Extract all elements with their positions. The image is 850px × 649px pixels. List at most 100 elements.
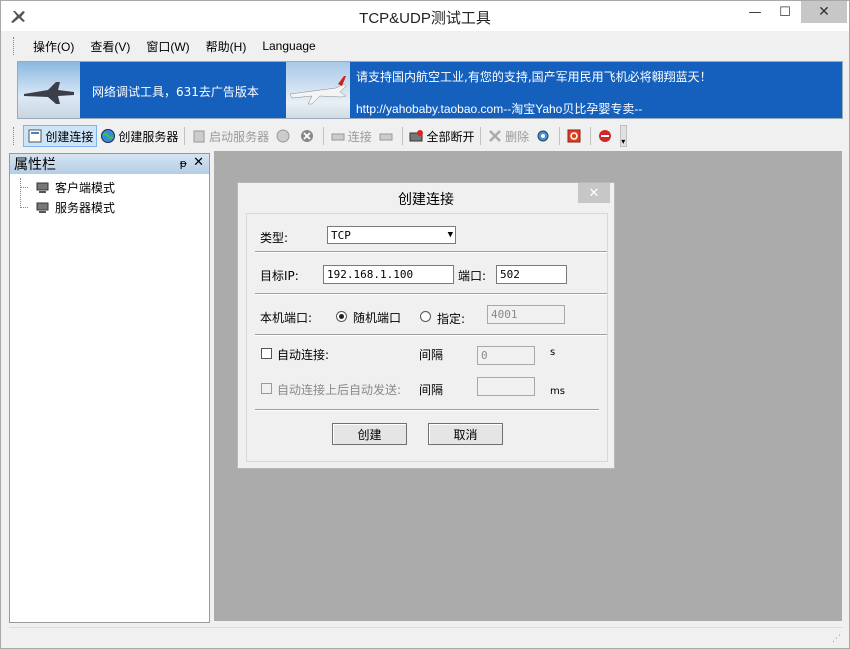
- delete-button[interactable]: 删除: [484, 125, 532, 147]
- server-stop-button[interactable]: [272, 125, 296, 147]
- toolbar: 创建连接 创建服务器 启动服务器 连接 全部断开 删除 ▾: [9, 123, 627, 149]
- divider: [255, 251, 607, 253]
- toolbar-separator: [480, 127, 482, 145]
- auto-connect-label[interactable]: 自动连接:: [277, 346, 329, 363]
- status-bar: ⋰: [9, 627, 843, 645]
- target-ip-input[interactable]: 192.168.1.100: [323, 265, 454, 284]
- type-select-value: TCP: [331, 229, 351, 242]
- port-input[interactable]: 502: [496, 265, 567, 284]
- menu-view[interactable]: 查看(V): [82, 38, 138, 55]
- connect-button[interactable]: 连接: [327, 125, 375, 147]
- delete-label: 删除: [505, 129, 530, 144]
- type-label: 类型:: [260, 231, 289, 245]
- tree-item-label: 服务器模式: [55, 201, 116, 215]
- computer-icon: [36, 182, 49, 193]
- disconnect-icon: [379, 133, 393, 141]
- gear-icon: [537, 130, 549, 142]
- airliner-image: [286, 62, 350, 118]
- local-port-label: 本机端口:: [260, 311, 313, 325]
- disconnect-all-button[interactable]: 全部断开: [405, 125, 477, 147]
- pin-icon[interactable]: ᵽ: [180, 157, 187, 170]
- delete-icon: [489, 130, 502, 142]
- create-server-button[interactable]: 创建服务器: [97, 125, 181, 147]
- cancel-server-button[interactable]: [296, 125, 320, 147]
- random-port-label[interactable]: 随机端口: [353, 309, 401, 326]
- toolbar-separator: [184, 127, 186, 145]
- interval2-label: 间隔: [419, 383, 444, 397]
- start-server-label: 启动服务器: [209, 129, 270, 144]
- seconds-unit: s: [550, 347, 556, 358]
- chevron-down-icon: ▼: [447, 230, 453, 240]
- property-panel-title: 属性栏: [14, 157, 56, 173]
- about-button[interactable]: [594, 125, 618, 147]
- app-window: TCP&UDP测试工具 — ☐ ✕ 操作(O) 查看(V) 窗口(W) 帮助(H…: [0, 0, 850, 649]
- toolbar-separator: [589, 127, 591, 145]
- interval2-input[interactable]: [477, 377, 535, 396]
- menu-help[interactable]: 帮助(H): [198, 38, 255, 55]
- settings-button[interactable]: [532, 125, 556, 147]
- tree-branch: [20, 187, 28, 188]
- connect-icon: [331, 133, 345, 141]
- type-select[interactable]: TCP ▼: [327, 226, 456, 244]
- globe-icon: [101, 129, 116, 143]
- server-stop-icon: [276, 129, 290, 143]
- menu-grip[interactable]: [13, 37, 19, 55]
- resize-grip[interactable]: ⋰: [832, 634, 841, 644]
- panel-close-icon[interactable]: ✕: [193, 155, 204, 170]
- random-port-radio[interactable]: [336, 311, 347, 322]
- property-panel-header: 属性栏 ᵽ ✕: [10, 154, 209, 174]
- tree-item-label: 客户端模式: [55, 181, 116, 195]
- menu-operate[interactable]: 操作(O): [25, 38, 82, 55]
- create-button[interactable]: 创建: [332, 423, 407, 445]
- fighter-jet-image: [18, 62, 80, 118]
- divider: [255, 334, 607, 336]
- help-icon: [598, 130, 611, 142]
- auto-send-label[interactable]: 自动连接上后自动发送:: [277, 381, 401, 398]
- toolbar-separator: [559, 127, 560, 145]
- disconnect-all-label: 全部断开: [426, 129, 475, 144]
- property-panel: 属性栏 ᵽ ✕ 客户端模式 服务器模式: [9, 153, 210, 623]
- dialog-body: 类型: TCP ▼ 目标IP: 192.168.1.100 端口: 502 本机…: [246, 213, 608, 462]
- tree-item-server[interactable]: 服务器模式: [20, 199, 115, 216]
- interval-label: 间隔: [419, 348, 444, 362]
- specify-port-label[interactable]: 指定:: [437, 310, 465, 327]
- create-connection-button[interactable]: 创建连接: [23, 125, 98, 147]
- window-title: TCP&UDP测试工具: [359, 10, 491, 27]
- menu-language[interactable]: Language: [254, 39, 323, 53]
- auto-send-checkbox[interactable]: [261, 383, 272, 394]
- menu-window[interactable]: 窗口(W): [138, 38, 197, 55]
- menu-bar: 操作(O) 查看(V) 窗口(W) 帮助(H) Language: [9, 34, 843, 58]
- dialog-close-button[interactable]: ✕: [578, 183, 610, 203]
- power-button[interactable]: [563, 125, 587, 147]
- connection-icon: [28, 129, 42, 143]
- disconnect-all-icon: [409, 130, 424, 142]
- interval-input[interactable]: 0: [477, 346, 535, 365]
- banner-text-1: 网络调试工具，631去广告版本: [92, 85, 259, 99]
- divider: [255, 293, 607, 295]
- create-connection-label: 创建连接: [45, 129, 94, 144]
- banner-text-2: 请支持国内航空工业,有您的支持,国产军用民用飞机必将翱翔蓝天！: [356, 70, 712, 84]
- title-bar: TCP&UDP测试工具 — ☐ ✕: [1, 1, 849, 31]
- dialog-title: 创建连接: [398, 192, 454, 208]
- banner-link[interactable]: http://yahobaby.taobao.com--淘宝Yaho贝比孕婴专卖…: [356, 100, 642, 117]
- specify-port-input[interactable]: 4001: [487, 305, 565, 324]
- maximize-button[interactable]: ☐: [771, 1, 799, 23]
- ad-banner[interactable]: 网络调试工具，631去广告版本 请支持国内航空工业,有您的支持,国产军用民用飞机…: [17, 61, 843, 119]
- tree-item-client[interactable]: 客户端模式: [20, 179, 115, 196]
- create-server-label: 创建服务器: [118, 129, 179, 144]
- server-start-icon: [193, 130, 205, 143]
- start-server-button[interactable]: 启动服务器: [188, 125, 272, 147]
- close-button[interactable]: ✕: [801, 1, 847, 23]
- auto-connect-checkbox[interactable]: [261, 348, 272, 359]
- computer-icon: [36, 202, 49, 213]
- disconnect-button[interactable]: [375, 125, 399, 147]
- connect-label: 连接: [347, 129, 372, 144]
- ms-unit: ms: [550, 386, 565, 397]
- specify-port-radio[interactable]: [420, 311, 431, 322]
- cancel-button[interactable]: 取消: [428, 423, 503, 445]
- target-ip-label: 目标IP:: [260, 269, 299, 283]
- toolbar-overflow-button[interactable]: ▾: [619, 125, 627, 147]
- port-label: 端口:: [458, 269, 487, 283]
- toolbar-grip[interactable]: [13, 127, 17, 145]
- minimize-button[interactable]: —: [741, 1, 769, 23]
